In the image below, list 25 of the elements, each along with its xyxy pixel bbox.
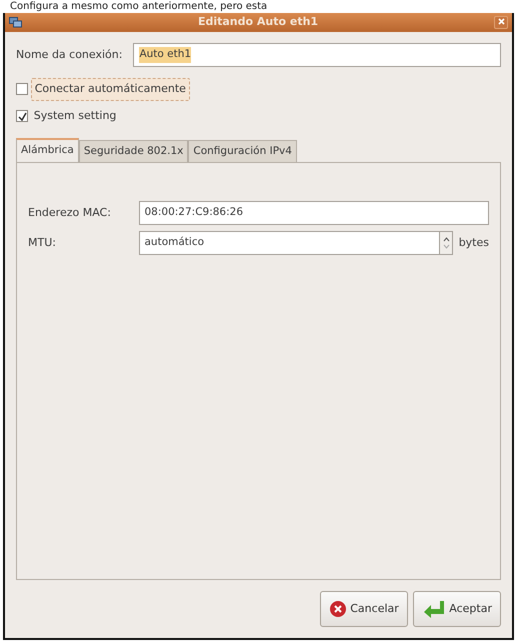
text-field[interactable]: 08:00:27:C9:86:26 xyxy=(138,201,489,226)
checkbox-label: Conectar automáticamente xyxy=(30,78,190,100)
caption-text: Configura a mesmo como anteriormente, pero esta xyxy=(9,0,268,13)
tab[interactable]: Configuración IPv4 xyxy=(188,140,297,162)
close-button[interactable] xyxy=(494,16,508,29)
checkbox-label: System setting xyxy=(32,108,118,124)
arrow-icon xyxy=(422,600,446,618)
name-field[interactable]: Auto eth1 xyxy=(133,43,501,67)
field-label: Enderezo MAC: xyxy=(28,205,112,221)
tab[interactable]: Alámbrica xyxy=(16,138,79,164)
tab[interactable]: Seguridade 802.1x xyxy=(78,140,188,162)
checkbox[interactable] xyxy=(16,110,28,122)
window-title: Editando Auto eth1 xyxy=(196,14,320,30)
spin-arrows-icon xyxy=(442,236,450,250)
spin-button[interactable] xyxy=(439,230,454,255)
accept-button[interactable]: Aceptar xyxy=(413,591,501,627)
field-label: Nome da conexión: xyxy=(16,46,122,63)
close-icon xyxy=(498,18,504,26)
field-label: MTU: xyxy=(28,234,57,250)
unit-label: bytes xyxy=(458,234,489,250)
checkbox[interactable] xyxy=(16,83,28,96)
network-icon xyxy=(9,17,22,28)
cancel-icon xyxy=(329,600,348,618)
spin-field[interactable]: automático xyxy=(138,230,442,255)
cancel-button[interactable]: Cancelar xyxy=(320,591,408,627)
